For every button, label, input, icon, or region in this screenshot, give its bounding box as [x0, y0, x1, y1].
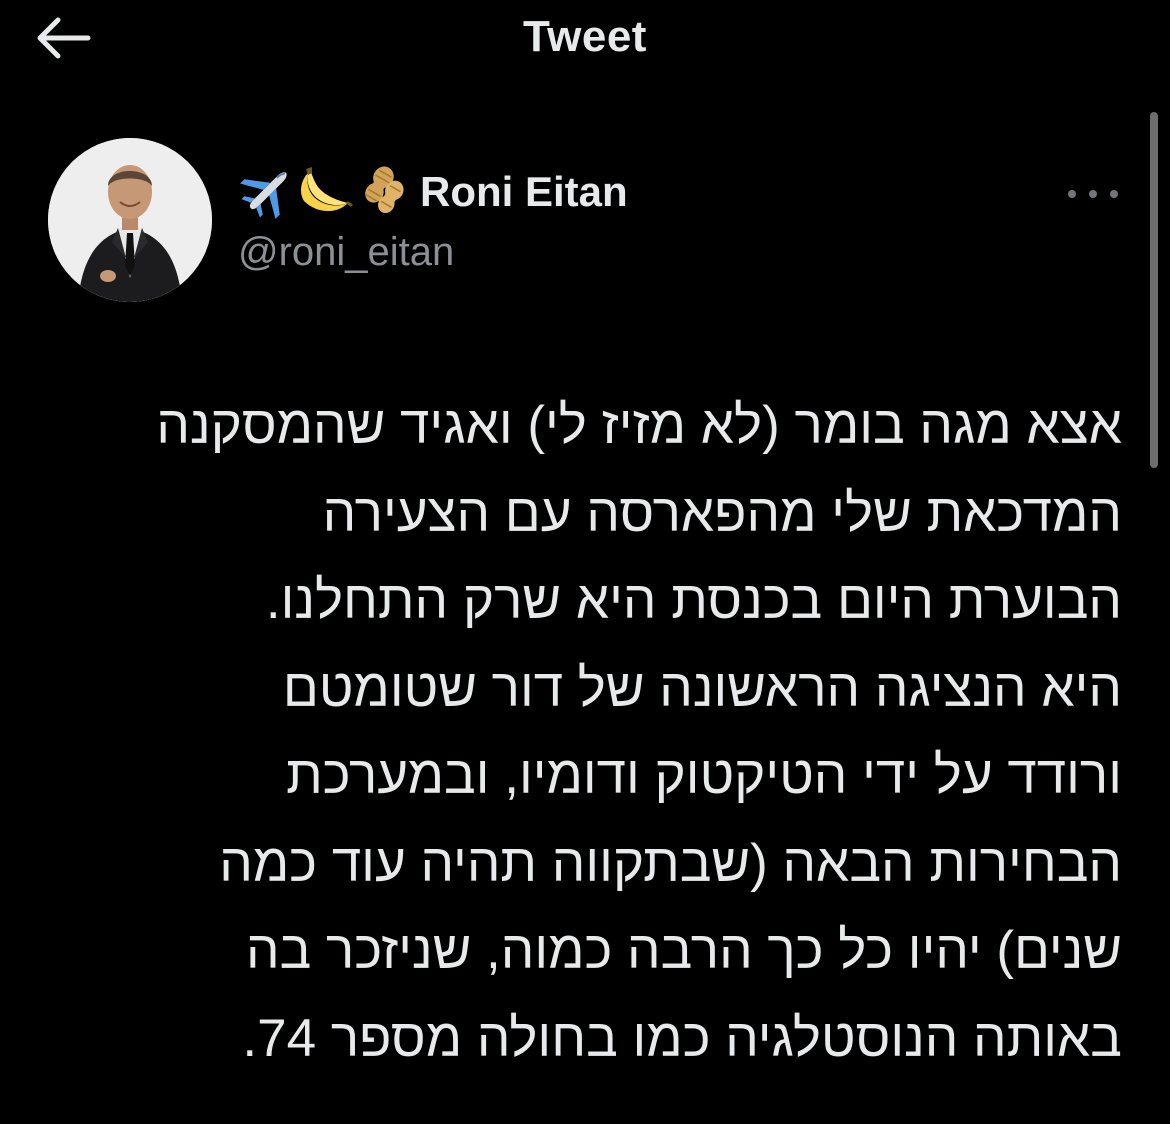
user-info: Roni Eitan @roni_eitan — [238, 162, 628, 275]
avatar[interactable] — [48, 138, 212, 302]
more-horizontal-icon — [1068, 190, 1076, 198]
tweet-line: באותה הנוסטלגיה כמו בחולה מספר 74. — [242, 1008, 1122, 1068]
more-options-button[interactable] — [1068, 184, 1118, 204]
banana-emoji-icon — [301, 167, 353, 212]
page-title: Tweet — [523, 12, 647, 61]
tweet-line: ורודד על ידי הטיקטוק ודומיו, ובמערכת — [286, 746, 1122, 805]
display-name: Roni Eitan — [420, 168, 628, 215]
airplane-emoji-icon — [240, 172, 287, 219]
tweet-line: היא הנציגה הראשונה של דור שטומטם — [282, 658, 1122, 718]
tweet-line: הבחירות הבאה (שבתקווה תהיה עוד כמה — [219, 833, 1122, 893]
tweet-line: המדכאת שלי מהפארסה עם הצעירה — [322, 483, 1122, 543]
tweet-line: הבוערת היום בכנסת היא שרק התחלנו. — [265, 571, 1122, 630]
peanuts-emoji-icon — [365, 166, 404, 214]
avatar-image — [48, 138, 212, 302]
tweet-line: אצא מגה בומר (לא מזיז לי) ואגיד שהמסקנה — [156, 396, 1122, 455]
name-row[interactable]: Roni Eitan — [238, 162, 628, 222]
top-bar: Tweet — [0, 0, 1170, 80]
more-dot — [1089, 190, 1097, 198]
tweet-line: שנים) יהיו כל כך הרבה כמוה, שניזכר בה — [245, 921, 1122, 980]
tweet-header: Roni Eitan @roni_eitan — [48, 138, 1128, 308]
tweet-text: אצא מגה בומר (לא מזיז לי) ואגיד שהמסקנה … — [42, 382, 1122, 1082]
user-handle[interactable]: @roni_eitan — [238, 230, 628, 275]
more-dot — [1110, 190, 1118, 198]
scrollbar[interactable] — [1150, 112, 1158, 468]
